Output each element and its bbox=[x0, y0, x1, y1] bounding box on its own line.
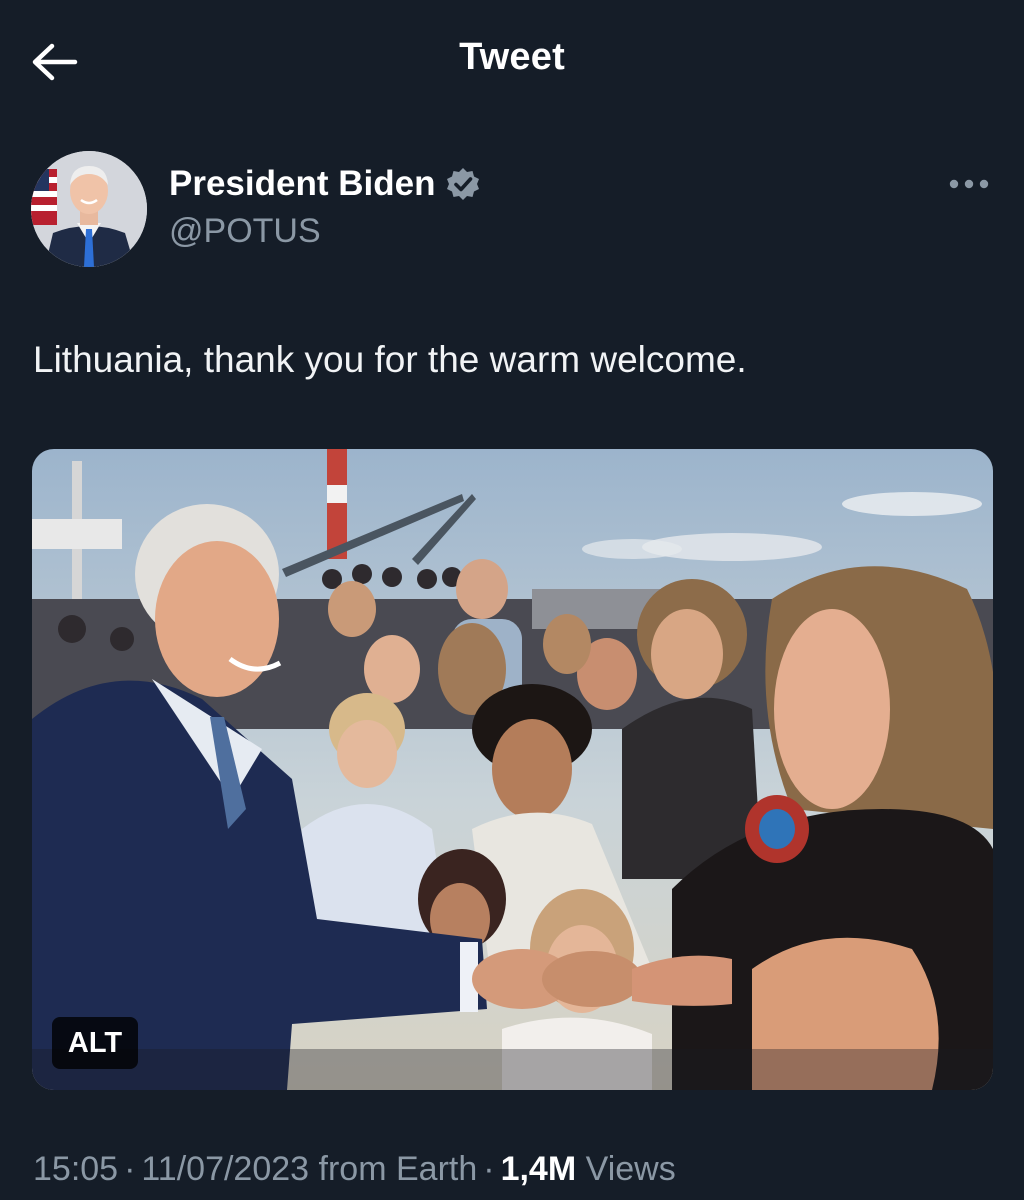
tweet-source: from Earth bbox=[318, 1150, 478, 1188]
tweet-meta: 15:05 · 11/07/2023 from Earth · 1,4M Views bbox=[33, 1150, 676, 1189]
tweet-date: 11/07/2023 bbox=[141, 1150, 310, 1188]
meta-separator: · bbox=[124, 1150, 136, 1188]
author-name: President Biden bbox=[169, 164, 436, 203]
photo-image bbox=[32, 449, 993, 1090]
alt-text-badge[interactable]: ALT bbox=[52, 1017, 138, 1069]
author-handle[interactable]: @POTUS bbox=[169, 212, 321, 251]
top-bar: Tweet bbox=[0, 0, 1024, 124]
views-count[interactable]: 1,4M bbox=[501, 1150, 577, 1188]
tweet-text: Lithuania, thank you for the warm welcom… bbox=[33, 339, 747, 380]
author-name-row[interactable]: President Biden bbox=[169, 164, 481, 204]
author-avatar[interactable] bbox=[31, 151, 147, 267]
meta-separator-2: · bbox=[483, 1150, 495, 1188]
avatar-image bbox=[31, 151, 147, 267]
more-options-button[interactable] bbox=[938, 162, 1000, 206]
views-label: Views bbox=[585, 1150, 676, 1188]
tweet-time: 15:05 bbox=[33, 1150, 119, 1188]
verified-badge-icon bbox=[445, 166, 481, 202]
tweet-detail-screen: Tweet President Biden @POTUS Lithuania, … bbox=[0, 0, 1024, 1200]
tweet-photo[interactable] bbox=[32, 449, 993, 1090]
more-horizontal-icon bbox=[949, 179, 989, 189]
page-title: Tweet bbox=[459, 36, 565, 78]
